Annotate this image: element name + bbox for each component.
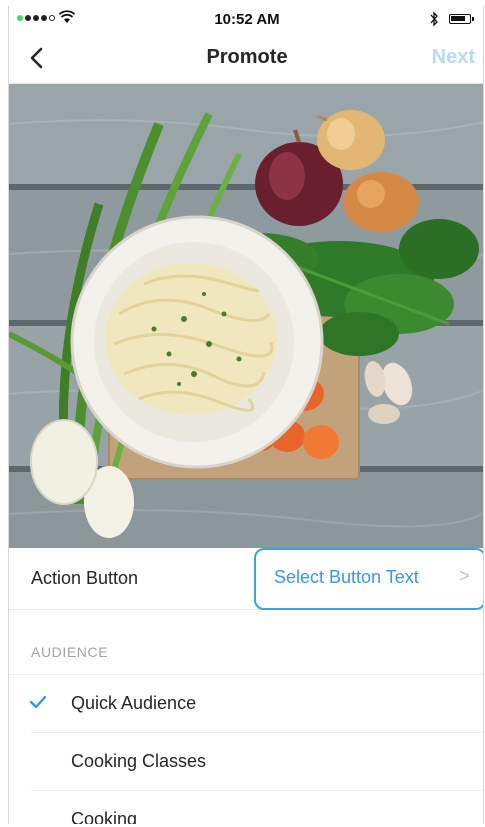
chevron-right-icon: > (458, 566, 470, 587)
bluetooth-icon (430, 11, 438, 27)
audience-item-label: Cooking (71, 809, 138, 824)
audience-item-cooking[interactable]: Cooking (9, 792, 483, 824)
audience-section-header: AUDIENCE (31, 644, 109, 660)
select-button-text-button[interactable]: Select Button Text > (254, 548, 483, 610)
action-button-label: Action Button (31, 568, 139, 588)
status-time: 10:52 AM (214, 11, 280, 28)
divider (9, 674, 483, 675)
phone-screen: 10:52 AM Promote Next Action Button Sele… (8, 6, 484, 824)
checkmark-icon (29, 695, 47, 709)
divider (31, 732, 483, 733)
audience-item-quick-audience[interactable]: Quick Audience (9, 676, 483, 732)
divider (31, 790, 483, 791)
audience-item-label: Cooking Classes (71, 751, 207, 771)
navigation-bar: Promote Next (9, 32, 483, 84)
page-title: Promote (206, 46, 288, 68)
select-button-text-label: Select Button Text (274, 567, 419, 587)
audience-item-cooking-classes[interactable]: Cooking Classes (9, 734, 483, 790)
next-button[interactable]: Next (432, 46, 475, 69)
promoted-post-photo (9, 84, 483, 548)
audience-item-label: Quick Audience (71, 693, 197, 713)
battery-icon (449, 14, 474, 24)
status-bar: 10:52 AM (9, 6, 483, 32)
action-button-row: Action Button Select Button Text > (9, 548, 483, 610)
